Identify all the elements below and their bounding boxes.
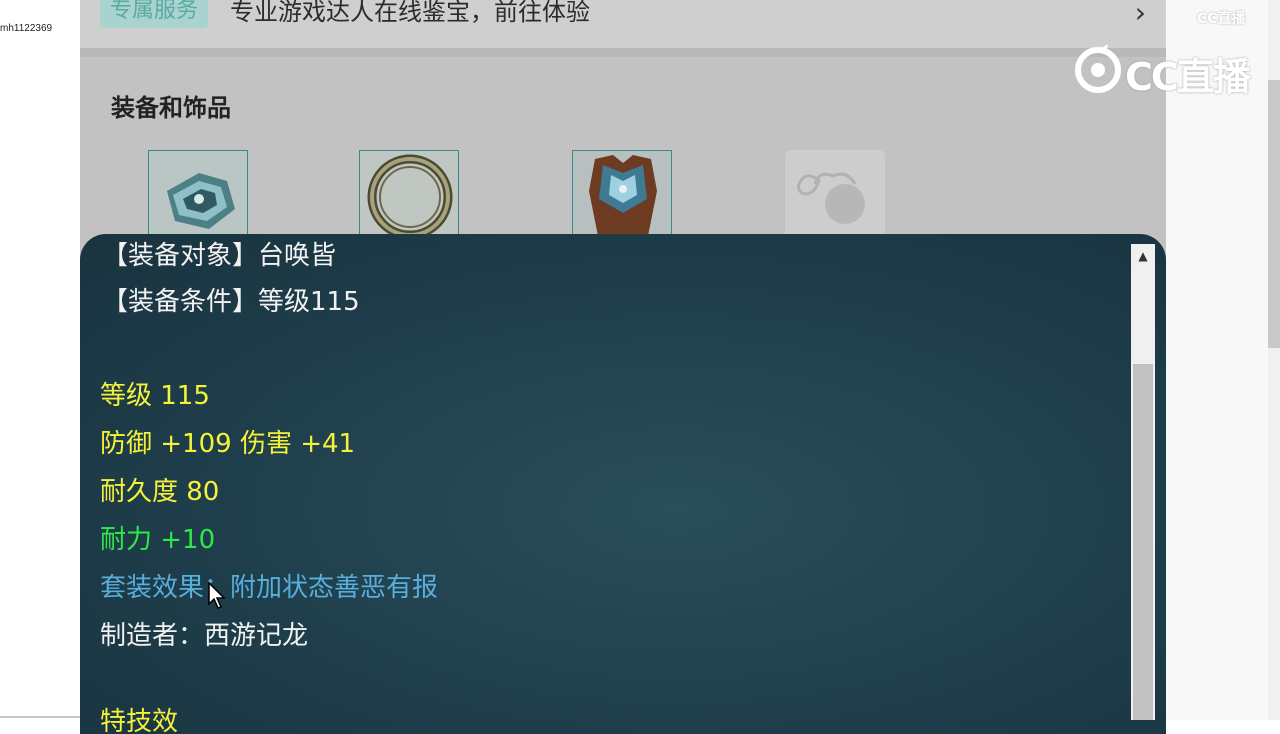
bracer-icon — [149, 151, 247, 239]
item-set-effect: 套装效果：附加状态善恶有报 — [100, 573, 439, 603]
item-special-effect: 特技效 — [100, 707, 179, 734]
item-defense-damage: 防御 +109 伤害 +41 — [100, 429, 356, 459]
equipment-slot-armor[interactable] — [572, 150, 672, 240]
service-banner[interactable]: 专属服务 专业游戏达人在线鉴宝，前往体验 › — [80, 0, 1166, 48]
scroll-up-icon[interactable]: ▲ — [1131, 244, 1155, 268]
section-title: 装备和饰品 — [111, 94, 231, 122]
tooltip-scroll-thumb[interactable] — [1133, 364, 1153, 720]
service-tag: 专属服务 — [100, 0, 209, 28]
armor-icon — [573, 151, 671, 239]
watermark-small: CC直播 — [1197, 11, 1246, 27]
item-level: 等级 115 — [100, 381, 210, 411]
cc-logo-icon — [1075, 44, 1121, 93]
item-tooltip: 【装备对象】台唤皆 【装备条件】等级115 等级 115 防御 +109 伤害 … — [80, 234, 1166, 734]
watermark-logo-text: CC直播 — [1125, 55, 1251, 99]
equip-target: 【装备对象】台唤皆 — [102, 241, 337, 271]
divider — [80, 48, 1166, 57]
service-banner-text[interactable]: 专业游戏达人在线鉴宝，前往体验 — [230, 0, 590, 29]
chevron-right-icon[interactable]: › — [1135, 0, 1146, 30]
equipment-slot-empty[interactable] — [785, 150, 885, 240]
item-stamina: 耐力 +10 — [100, 525, 216, 555]
user-id: mh1122369 — [0, 23, 53, 34]
divider — [0, 716, 80, 718]
empty-pouch-icon — [797, 172, 865, 224]
right-panel — [1166, 0, 1268, 720]
mouse-cursor-icon — [208, 582, 226, 609]
equipment-slot-ring[interactable] — [359, 150, 459, 240]
item-durability: 耐久度 80 — [100, 477, 220, 507]
ring-icon — [360, 151, 458, 239]
equipment-slot-bracer[interactable] — [148, 150, 248, 240]
page-scroll-thumb[interactable] — [1268, 80, 1280, 348]
equip-condition: 【装备条件】等级115 — [102, 287, 360, 317]
item-maker: 制造者：西游记龙 — [100, 621, 309, 651]
left-gutter: mh1122369 — [0, 0, 80, 720]
